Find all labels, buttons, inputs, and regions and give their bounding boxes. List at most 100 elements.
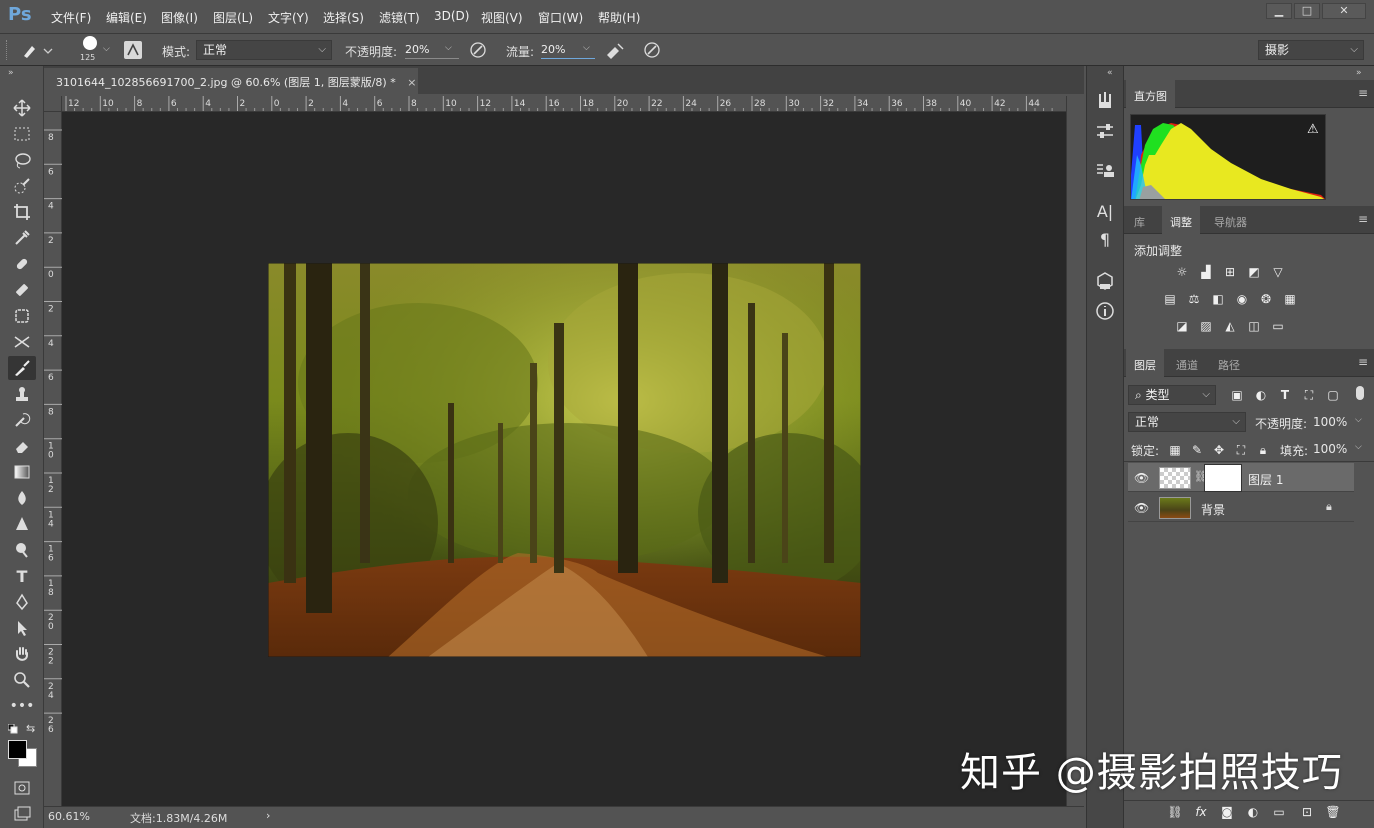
fill-value[interactable]: 100%: [1313, 442, 1347, 456]
color-balance-icon[interactable]: ⚖: [1185, 291, 1203, 307]
document-tab[interactable]: 3101644_102856691700_2.jpg @ 60.6% (图层 1…: [44, 68, 418, 94]
shape-filter-icon[interactable]: ⛶: [1300, 387, 1318, 403]
status-menu-arrow[interactable]: ›: [266, 809, 270, 822]
eyedropper-tool-icon[interactable]: [8, 226, 36, 250]
layer-row-background[interactable]: 👁︎ 背景 🔒︎: [1128, 493, 1354, 522]
new-adjustment-icon[interactable]: ◐: [1244, 804, 1262, 820]
marquee-tool-icon[interactable]: [8, 122, 36, 146]
horizontal-ruler[interactable]: 12 10 8 6 4 2 0 2 4 6 8 10 12 14 16 18 20 22 24 26 28 30 32 34 3…: [62, 96, 1066, 112]
invert-icon[interactable]: ◪: [1173, 318, 1191, 334]
tab-paths[interactable]: 路径: [1210, 349, 1248, 377]
layer-row-layer1[interactable]: 👁︎ ⛓ 图层 1: [1128, 463, 1354, 492]
brush-tool-preset-icon[interactable]: [20, 40, 54, 60]
add-mask-icon[interactable]: ◙: [1218, 804, 1236, 820]
quick-mask-icon[interactable]: [8, 776, 36, 800]
exposure-icon[interactable]: ◩: [1245, 264, 1263, 280]
foreground-color-swatch[interactable]: [8, 740, 27, 759]
menu-type[interactable]: 文字(Y): [268, 9, 309, 26]
brush-panel-toggle-icon[interactable]: [124, 41, 142, 59]
menu-layer[interactable]: 图层(L): [213, 9, 253, 26]
patch-tool-icon[interactable]: [8, 304, 36, 328]
layer-thumbnail[interactable]: [1159, 467, 1191, 489]
workspace-select[interactable]: 摄影 ⌵: [1258, 40, 1364, 60]
minimize-button[interactable]: ▁: [1266, 3, 1292, 19]
curves-icon[interactable]: ⊞: [1221, 264, 1239, 280]
menu-3d[interactable]: 3D(D): [434, 9, 469, 23]
chevron-down-icon[interactable]: ⌵: [583, 43, 590, 53]
path-pen-icon[interactable]: [8, 590, 36, 614]
layer-filter-select[interactable]: ⌕ 类型 ⌵: [1128, 385, 1216, 405]
layer-mask-thumbnail[interactable]: [1204, 464, 1242, 492]
collapse-arrows-icon[interactable]: »: [8, 68, 14, 78]
dodge-tool-icon[interactable]: [8, 512, 36, 536]
more-tools-icon[interactable]: •••: [8, 694, 36, 718]
menu-view[interactable]: 视图(V): [481, 9, 523, 26]
filter-toggle[interactable]: [1356, 386, 1364, 400]
close-button[interactable]: ✕: [1322, 3, 1366, 19]
posterize-icon[interactable]: ▨: [1197, 318, 1215, 334]
vertical-scrollbar[interactable]: [1066, 96, 1084, 806]
channel-mixer-icon[interactable]: ❂: [1257, 291, 1275, 307]
selective-color-icon[interactable]: ◫: [1245, 318, 1263, 334]
chevron-down-icon[interactable]: ⌵: [103, 44, 110, 54]
zoom-tool-icon[interactable]: [8, 668, 36, 692]
tab-channels[interactable]: 通道: [1168, 349, 1206, 377]
tab-navigator[interactable]: 导航器: [1206, 206, 1255, 234]
panel-menu-icon[interactable]: ≡: [1358, 212, 1368, 226]
chevron-down-icon[interactable]: ⌵: [445, 43, 452, 53]
gradient-tool-icon[interactable]: [8, 460, 36, 484]
new-group-icon[interactable]: ▭: [1270, 804, 1288, 820]
info-panel-icon[interactable]: [1094, 300, 1116, 322]
brush-settings-icon[interactable]: [1094, 90, 1116, 112]
hand-tool-icon[interactable]: [8, 642, 36, 666]
adjustment-filter-icon[interactable]: ◐: [1252, 387, 1270, 403]
ruler-origin[interactable]: [44, 96, 62, 112]
pixel-filter-icon[interactable]: ▣: [1228, 387, 1246, 403]
menu-file[interactable]: 文件(F): [51, 9, 91, 26]
vertical-ruler[interactable]: 864202468101214161820222426: [44, 112, 62, 806]
panel-menu-icon[interactable]: ≡: [1358, 86, 1368, 100]
mode-select[interactable]: 正常 ⌵: [196, 40, 332, 60]
eye-icon[interactable]: 👁︎: [1134, 501, 1149, 515]
brush-presets-icon[interactable]: [1094, 120, 1116, 142]
lock-transparent-icon[interactable]: ▦: [1166, 442, 1184, 458]
lock-all-icon[interactable]: 🔒︎: [1254, 442, 1272, 458]
tab-library[interactable]: 库: [1126, 206, 1153, 234]
grip-handle[interactable]: [6, 40, 9, 60]
crop-tool-icon[interactable]: [8, 200, 36, 224]
zoom-level[interactable]: 60.61%: [48, 810, 90, 823]
lock-artboard-icon[interactable]: ⛶: [1232, 442, 1250, 458]
threshold-icon[interactable]: ◭: [1221, 318, 1239, 334]
paragraph-panel-icon[interactable]: ¶: [1094, 230, 1116, 252]
brush-healing-icon[interactable]: [8, 278, 36, 302]
lasso-tool-icon[interactable]: [8, 148, 36, 172]
eye-icon[interactable]: 👁︎: [1134, 471, 1149, 485]
3d-panel-icon[interactable]: [1094, 270, 1116, 292]
lock-image-icon[interactable]: ✎: [1188, 442, 1206, 458]
brightness-icon[interactable]: ☼: [1173, 264, 1191, 280]
history-brush-tool-icon[interactable]: [8, 408, 36, 432]
content-aware-move-icon[interactable]: [8, 330, 36, 354]
swap-colors-icon[interactable]: ⇆: [26, 722, 35, 735]
menu-image[interactable]: 图像(I): [161, 9, 198, 26]
smart-object-filter-icon[interactable]: ▢: [1324, 387, 1342, 403]
chevron-down-icon[interactable]: ⌵: [1355, 415, 1362, 425]
lock-position-icon[interactable]: ✥: [1210, 442, 1228, 458]
brush-size-picker[interactable]: [80, 36, 100, 54]
menu-select[interactable]: 选择(S): [323, 9, 364, 26]
type-filter-icon[interactable]: T: [1276, 387, 1294, 403]
brush-tool-icon[interactable]: [8, 356, 36, 380]
pressure-opacity-icon[interactable]: [469, 41, 487, 59]
chevron-down-icon[interactable]: ⌵: [1355, 442, 1362, 452]
collapse-arrows-icon[interactable]: »: [1356, 68, 1362, 78]
background-thumbnail[interactable]: [1159, 497, 1191, 519]
layer-name[interactable]: 图层 1: [1248, 471, 1283, 488]
pen-tool-icon[interactable]: [8, 538, 36, 562]
menu-help[interactable]: 帮助(H): [598, 9, 640, 26]
layer-name[interactable]: 背景: [1201, 501, 1225, 518]
tab-histogram[interactable]: 直方图: [1126, 80, 1175, 108]
warning-icon[interactable]: ⚠: [1307, 122, 1319, 137]
eraser-tool-icon[interactable]: [8, 434, 36, 458]
clone-source-icon[interactable]: [1094, 160, 1116, 182]
levels-icon[interactable]: ▟: [1197, 264, 1215, 280]
